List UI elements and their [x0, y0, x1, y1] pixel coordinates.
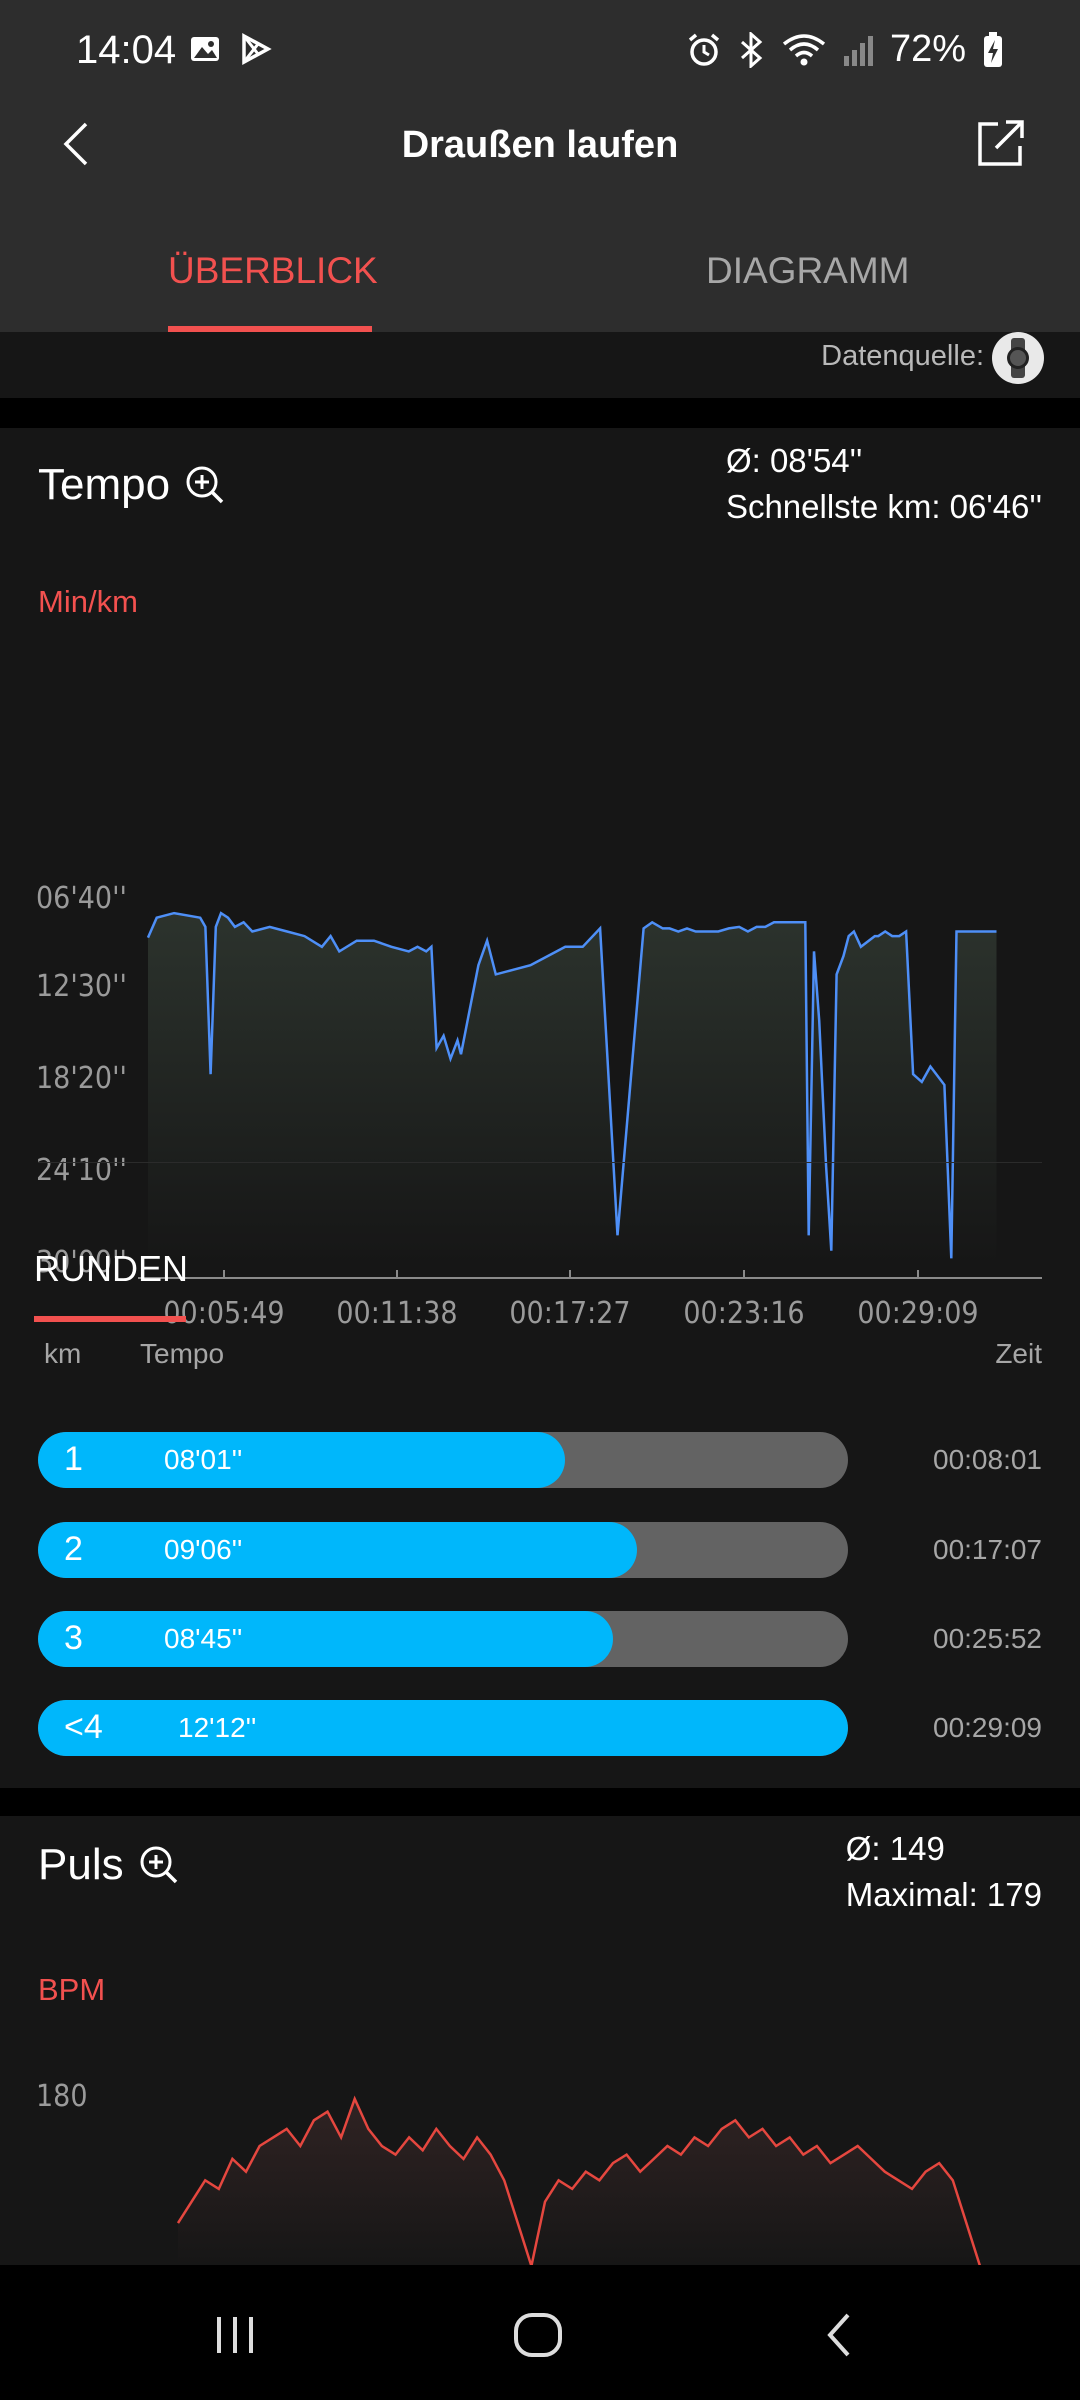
pulse-area: [178, 2098, 980, 2266]
col-km: km: [44, 1338, 82, 1369]
lap-tempo: 12'12'': [178, 1712, 257, 1743]
lap-time: 00:17:07: [933, 1534, 1042, 1565]
x-tick: 00:11:38: [336, 1296, 457, 1331]
lap-km: 1: [64, 1440, 83, 1478]
y-tick: 18'20'': [36, 1061, 127, 1096]
lap-time: 00:08:01: [933, 1444, 1042, 1475]
x-tick: 00:23:16: [683, 1296, 804, 1331]
back-icon[interactable]: [810, 2305, 870, 2365]
x-tick: 00:17:27: [509, 1296, 630, 1331]
play-store-icon: [242, 33, 272, 65]
lap-bar: 2 09'06'': [38, 1522, 848, 1578]
lap-tempo: 09'06'': [164, 1534, 243, 1565]
page-title: Draußen laufen: [401, 124, 679, 166]
lap-bar-fill: [38, 1522, 638, 1578]
laps-title-underline: [34, 1316, 186, 1322]
lap-tempo: 08'45'': [164, 1623, 243, 1654]
lap-bar-fill: [38, 1432, 565, 1488]
tempo-chart: 06'40'' 12'30'' 18'20'' 24'10'' 30'00'' …: [36, 881, 1042, 1331]
recent-apps-icon[interactable]: [205, 2305, 265, 2365]
signal-icon: [843, 35, 873, 66]
laps-title: RUNDEN: [34, 1248, 189, 1289]
gallery-icon: [191, 37, 219, 61]
tempo-area: [148, 913, 997, 1266]
col-time: Zeit: [995, 1338, 1042, 1369]
system-nav-bar: [0, 2265, 1080, 2400]
lap-km: 2: [64, 1530, 83, 1568]
bluetooth-icon: [740, 31, 763, 68]
pulse-card: Puls Ø: 149 Maximal: 179 BPM 180: [0, 1816, 1080, 2266]
lap-bar-fill: [38, 1611, 614, 1667]
data-source-label: Datenquelle:: [821, 340, 984, 372]
lap-km: 3: [64, 1619, 83, 1657]
y-tick: 06'40'': [36, 881, 127, 916]
lap-bar: 1 08'01'': [38, 1432, 848, 1488]
alarm-icon: [688, 33, 720, 66]
status-bar: 14:04 72%: [0, 0, 1080, 100]
lap-time: 00:29:09: [933, 1712, 1042, 1743]
clock: 14:04: [76, 28, 177, 72]
data-source-row: Datenquelle:: [0, 332, 1080, 398]
wifi-icon: [782, 33, 826, 65]
lap-tempo: 08'01'': [164, 1444, 243, 1475]
lap-time: 00:25:52: [933, 1623, 1042, 1654]
lap-bar: <4 12'12'': [38, 1700, 848, 1756]
lap-bar: 3 08'45'': [38, 1611, 848, 1667]
tab-diagram[interactable]: DIAGRAMM: [706, 250, 910, 292]
lap-km: <4: [64, 1708, 103, 1746]
y-tick: 24'10'': [36, 1153, 127, 1188]
battery-charging-icon: [984, 31, 1002, 67]
x-tick: 00:05:49: [163, 1296, 284, 1331]
watch-icon[interactable]: [992, 332, 1044, 384]
divider: [38, 1162, 1042, 1163]
lap-bar-fill: [38, 1700, 848, 1756]
x-tick: 00:29:09: [857, 1296, 978, 1331]
col-tempo: Tempo: [140, 1338, 225, 1369]
pulse-chart: 180: [36, 2079, 982, 2266]
home-icon[interactable]: [508, 2305, 568, 2365]
share-icon[interactable]: [974, 116, 1028, 170]
battery-percentage: 72%: [889, 28, 966, 70]
y-tick: 12'30'': [36, 969, 127, 1004]
tab-overview[interactable]: ÜBERBLICK: [168, 250, 378, 292]
y-tick: 180: [36, 2079, 88, 2114]
tempo-card: Tempo Ø: 08'54'' Schnellste km: 06'46'' …: [0, 428, 1080, 1788]
